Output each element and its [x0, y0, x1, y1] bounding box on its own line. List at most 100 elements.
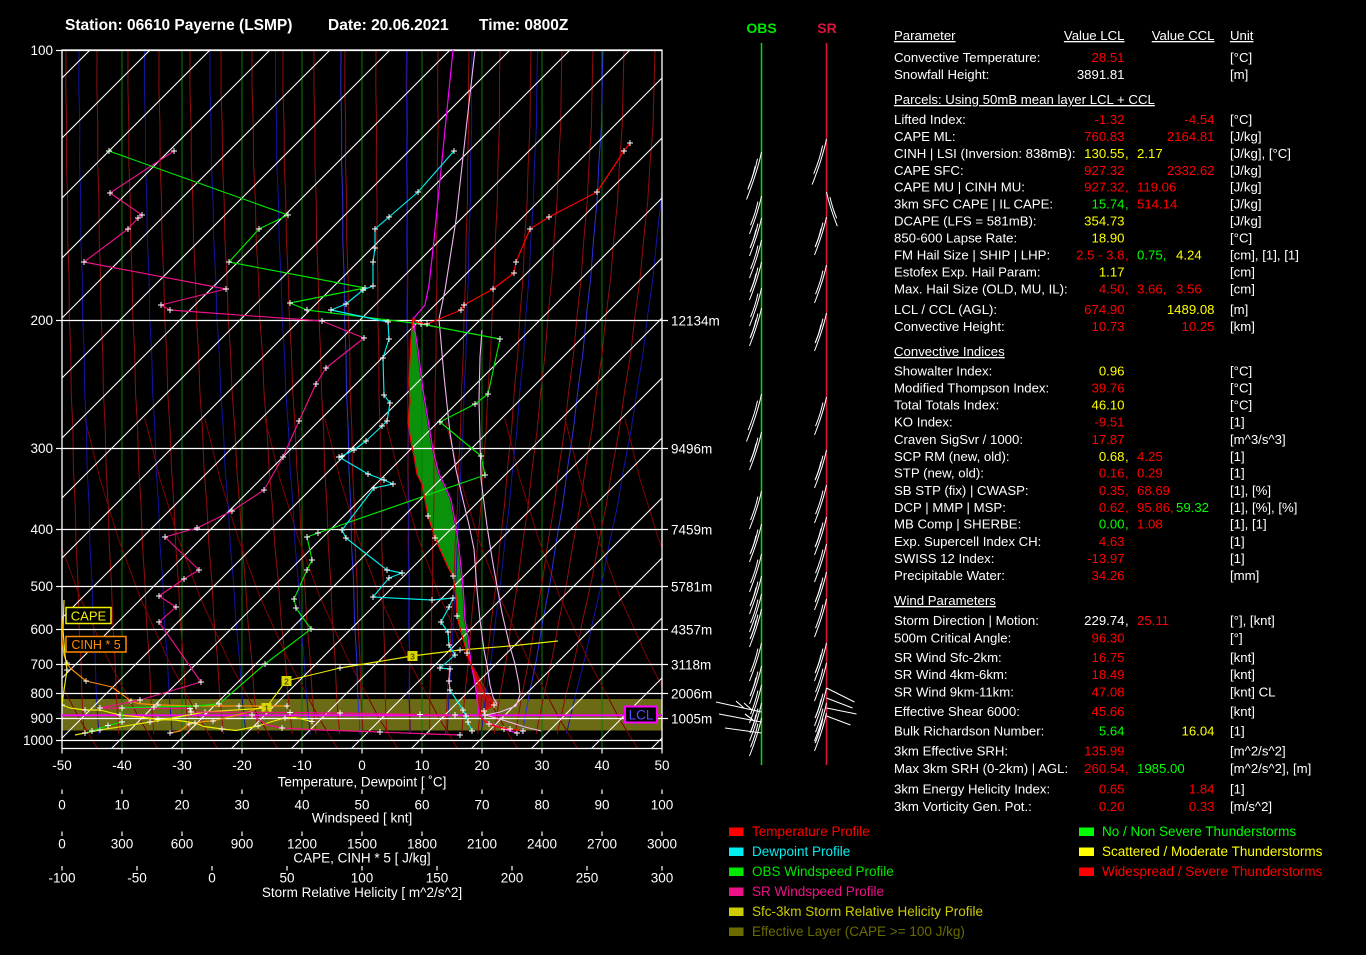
svg-text:3km Energy Helicity Index:: 3km Energy Helicity Index: [894, 782, 1050, 797]
svg-text:1489.08: 1489.08 [1167, 302, 1215, 317]
svg-text:[1], [1]: [1], [1] [1230, 517, 1267, 532]
svg-text:250: 250 [576, 871, 599, 886]
svg-text:Value LCL: Value LCL [1064, 28, 1125, 43]
svg-text:[°C]: [°C] [1230, 398, 1252, 413]
svg-text:STP (new, old):: STP (new, old): [894, 466, 984, 481]
svg-text:[mm]: [mm] [1230, 568, 1259, 583]
svg-text:100: 100 [651, 798, 674, 813]
svg-text:95.86,: 95.86, [1137, 500, 1174, 515]
svg-text:0.68: 0.68 [1099, 449, 1125, 464]
svg-text:0.65: 0.65 [1099, 782, 1125, 797]
svg-text:3.66,: 3.66, [1137, 282, 1166, 297]
svg-text:30: 30 [234, 798, 249, 813]
svg-text:-4.54: -4.54 [1184, 112, 1214, 127]
svg-text:CAPE, CINH * 5 [ J/kg]: CAPE, CINH * 5 [ J/kg] [293, 851, 430, 866]
svg-text:40: 40 [294, 798, 309, 813]
svg-text:[1], [%], [%]: [1], [%], [%] [1230, 500, 1297, 515]
svg-text:Date: 20.06.2021: Date: 20.06.2021 [328, 17, 449, 34]
svg-text:[cm], [1], [1]: [cm], [1], [1] [1230, 248, 1299, 263]
svg-text:LCL / CCL (AGL):: LCL / CCL (AGL): [894, 302, 997, 317]
svg-text:3891.81: 3891.81 [1077, 67, 1125, 82]
svg-text:4.50: 4.50 [1099, 282, 1125, 297]
svg-text:Windspeed [ knt]: Windspeed [ knt] [312, 811, 413, 826]
svg-text:[1]: [1] [1230, 449, 1245, 464]
svg-text:CAPE MU | CINH MU:: CAPE MU | CINH MU: [894, 180, 1025, 195]
svg-text:Parameter: Parameter [894, 28, 956, 43]
svg-text:1985.00: 1985.00 [1137, 761, 1185, 776]
svg-text:Total Totals Index:: Total Totals Index: [894, 398, 999, 413]
svg-text:68.69: 68.69 [1137, 483, 1170, 498]
svg-text:200: 200 [30, 313, 53, 328]
svg-text:674.90: 674.90 [1084, 302, 1124, 317]
svg-text:96.30: 96.30 [1091, 631, 1124, 646]
svg-text:[J/kg]: [J/kg] [1230, 129, 1262, 144]
svg-text:CINH | LSI (Inversion: 838mB):: CINH | LSI (Inversion: 838mB): [894, 146, 1076, 161]
svg-text:70: 70 [474, 798, 489, 813]
svg-text:1800: 1800 [407, 837, 437, 852]
svg-text:927.32: 927.32 [1084, 180, 1124, 195]
svg-text:-30: -30 [172, 758, 192, 773]
svg-text:0.16: 0.16 [1099, 466, 1125, 481]
svg-text:10: 10 [414, 758, 429, 773]
svg-text:17.87: 17.87 [1091, 432, 1124, 447]
svg-text:59.32: 59.32 [1176, 500, 1209, 515]
svg-text:354.73: 354.73 [1084, 214, 1124, 229]
svg-text:1.17: 1.17 [1099, 265, 1125, 280]
svg-text:2006m: 2006m [671, 687, 712, 702]
svg-text:[m]: [m] [1230, 302, 1248, 317]
svg-text:,: , [1125, 466, 1129, 481]
svg-text:DCAPE (LFS = 581mB):: DCAPE (LFS = 581mB): [894, 214, 1037, 229]
svg-text:CINH * 5: CINH * 5 [71, 638, 120, 652]
svg-text:45.66: 45.66 [1091, 704, 1124, 719]
svg-text:1005m: 1005m [671, 712, 712, 727]
svg-text:Convective Height:: Convective Height: [894, 319, 1005, 334]
svg-text:[°], [knt]: [°], [knt] [1230, 613, 1275, 628]
svg-text:[°C]: [°C] [1230, 231, 1252, 246]
svg-text:18.90: 18.90 [1091, 231, 1124, 246]
svg-text:CAPE SFC:: CAPE SFC: [894, 163, 964, 178]
svg-text:300: 300 [111, 837, 134, 852]
svg-text:[°C]: [°C] [1230, 50, 1252, 65]
svg-text:MB Comp | SHERBE:: MB Comp | SHERBE: [894, 517, 1021, 532]
svg-text:-50: -50 [127, 871, 147, 886]
svg-text:1.84: 1.84 [1189, 782, 1215, 797]
svg-text:2: 2 [284, 677, 289, 687]
svg-text:3.56: 3.56 [1176, 282, 1202, 297]
svg-text:Storm Relative Helicity [ m^2: Storm Relative Helicity [ m^2/s^2] [262, 885, 462, 900]
svg-text:[°C]: [°C] [1230, 381, 1252, 396]
svg-text:[J/kg]: [J/kg] [1230, 163, 1262, 178]
svg-text:[m/s^2]: [m/s^2] [1230, 799, 1272, 814]
svg-text:0.75,: 0.75, [1137, 248, 1166, 263]
svg-text:10: 10 [114, 798, 129, 813]
svg-text:LCL: LCL [629, 708, 654, 723]
svg-text:Widespread / Severe Thundersto: Widespread / Severe Thunderstorms [1102, 864, 1323, 879]
svg-text:3km SFC CAPE | IL CAPE:: 3km SFC CAPE | IL CAPE: [894, 197, 1053, 212]
svg-text:FM Hail Size | SHIP | LHP:: FM Hail Size | SHIP | LHP: [894, 248, 1050, 263]
svg-text:Convective Indices: Convective Indices [894, 344, 1005, 359]
svg-text:SCP RM (new, old):: SCP RM (new, old): [894, 449, 1010, 464]
svg-text:-10: -10 [292, 758, 312, 773]
svg-text:[m]: [m] [1230, 67, 1248, 82]
svg-text:Time: 0800Z: Time: 0800Z [479, 17, 569, 34]
svg-text:119.06: 119.06 [1137, 180, 1176, 195]
svg-text:1200: 1200 [287, 837, 317, 852]
svg-text:,: , [1125, 248, 1129, 263]
svg-text:130.55: 130.55 [1084, 146, 1124, 161]
svg-text:,: , [1125, 146, 1129, 161]
svg-text:760.83: 760.83 [1084, 129, 1124, 144]
svg-text:40: 40 [594, 758, 609, 773]
svg-text:2164.81: 2164.81 [1167, 129, 1215, 144]
svg-text:[J/kg]: [J/kg] [1230, 197, 1262, 212]
svg-text:Max. Hail Size (OLD, MU, IL):: Max. Hail Size (OLD, MU, IL): [894, 282, 1068, 297]
svg-text:0: 0 [58, 837, 66, 852]
svg-text:Storm Direction | Motion:: Storm Direction | Motion: [894, 613, 1039, 628]
svg-text:SR Wind 9km-11km:: SR Wind 9km-11km: [894, 685, 1014, 700]
svg-text:5.64: 5.64 [1099, 724, 1125, 739]
svg-text:2400: 2400 [527, 837, 557, 852]
svg-text:600: 600 [30, 622, 53, 637]
svg-text:No / Non Severe Thunderstorms: No / Non Severe Thunderstorms [1102, 824, 1296, 839]
svg-text:Bulk Richardson Number:: Bulk Richardson Number: [894, 724, 1044, 739]
svg-text:[1]: [1] [1230, 415, 1245, 430]
svg-text:7459m: 7459m [671, 523, 712, 538]
svg-text:Scattered / Moderate Thunderst: Scattered / Moderate Thunderstorms [1102, 844, 1323, 859]
